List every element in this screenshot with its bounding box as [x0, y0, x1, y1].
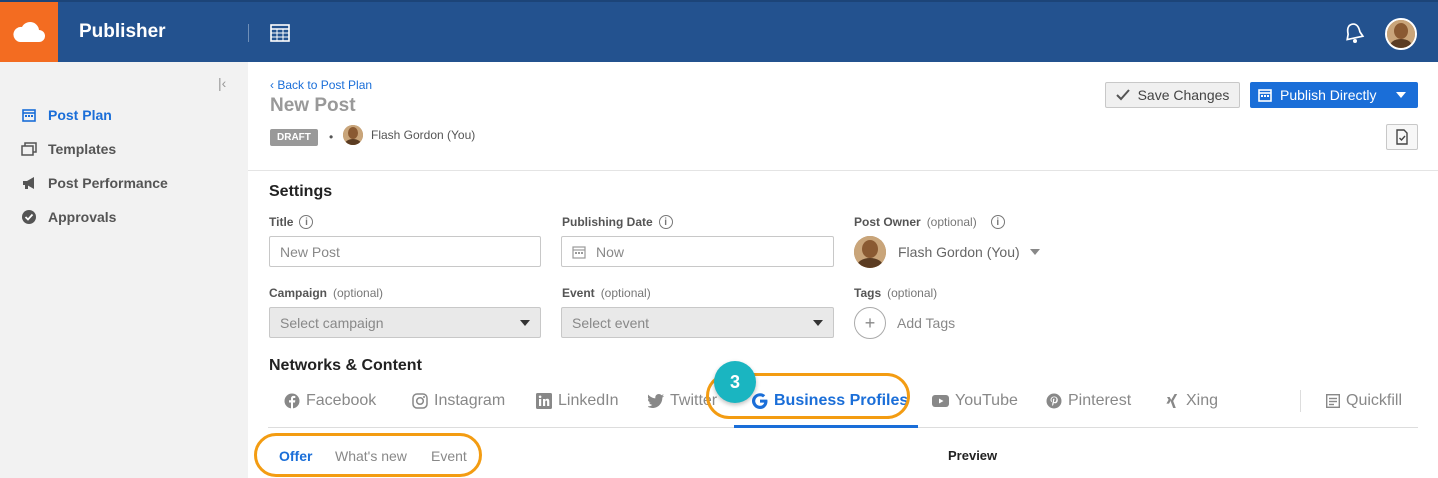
youtube-icon — [932, 395, 949, 407]
instagram-icon — [412, 393, 428, 409]
title-input[interactable]: New Post — [269, 236, 541, 267]
top-bar: Publisher — [0, 0, 1438, 62]
header-divider — [248, 170, 1438, 171]
tab-divider — [1300, 390, 1301, 412]
tab-pinterest[interactable]: Pinterest — [1046, 392, 1131, 410]
chevron-left-icon: ‹ — [270, 78, 274, 92]
cloud-logo[interactable] — [0, 2, 58, 62]
settings-heading: Settings — [269, 183, 333, 200]
publish-directly-button[interactable]: Publish Directly — [1250, 82, 1418, 108]
publishing-date-label: Publishing Date i — [562, 215, 673, 229]
info-icon[interactable]: i — [658, 215, 673, 229]
linkedin-icon — [536, 393, 552, 409]
title-label: Title i — [269, 215, 314, 229]
cloud-icon — [13, 22, 45, 42]
calendar-icon — [20, 108, 38, 122]
megaphone-icon — [20, 176, 38, 190]
event-select[interactable]: Select event — [561, 307, 834, 338]
sidebar-item-approvals[interactable]: Approvals — [20, 207, 116, 227]
avatar — [343, 125, 363, 145]
user-avatar[interactable] — [1385, 18, 1417, 50]
separator-dot: • — [329, 130, 334, 144]
tags-label: Tags (optional) — [854, 286, 938, 300]
chevron-down-icon[interactable] — [1396, 92, 1406, 98]
info-icon[interactable]: i — [299, 215, 314, 229]
document-check-button[interactable] — [1386, 124, 1418, 150]
subtab-whats-new[interactable]: What's new — [335, 448, 407, 464]
facebook-icon — [284, 393, 300, 409]
checkmark-icon — [1115, 89, 1130, 101]
sidebar-item-label: Post Plan — [48, 107, 112, 123]
main-content: ‹ Back to Post Plan New Post DRAFT • Fla… — [248, 62, 1438, 478]
collapse-sidebar-icon[interactable]: |‹ — [218, 75, 226, 91]
sidebar-item-label: Post Performance — [48, 175, 168, 191]
tab-xing[interactable]: Xing — [1164, 392, 1218, 410]
check-circle-icon — [20, 209, 38, 225]
templates-icon — [20, 142, 38, 156]
step-badge: 3 — [714, 361, 756, 403]
back-link[interactable]: ‹ Back to Post Plan — [270, 78, 372, 92]
active-tab-indicator — [734, 425, 918, 428]
info-icon[interactable]: i — [990, 215, 1005, 229]
twitter-icon — [648, 394, 664, 408]
save-changes-button[interactable]: Save Changes — [1105, 82, 1240, 108]
notification-bell-icon[interactable] — [1343, 21, 1365, 50]
post-owner-select[interactable]: Flash Gordon (You) — [854, 236, 1040, 268]
status-badge: DRAFT — [270, 129, 318, 146]
tab-linkedin[interactable]: LinkedIn — [536, 392, 619, 410]
subtab-offer[interactable]: Offer — [279, 448, 312, 464]
document-check-icon — [1396, 129, 1408, 145]
calendar-icon — [572, 245, 586, 259]
event-label: Event (optional) — [562, 286, 651, 300]
add-tags-button[interactable]: + Add Tags — [854, 307, 955, 339]
calendar-grid-icon[interactable] — [270, 24, 290, 47]
campaign-label: Campaign (optional) — [269, 286, 384, 300]
tab-instagram[interactable]: Instagram — [412, 392, 505, 410]
sidebar-item-label: Approvals — [48, 209, 117, 225]
sidebar-item-post-plan[interactable]: Post Plan — [20, 105, 112, 125]
subtab-event[interactable]: Event — [431, 448, 467, 464]
campaign-select[interactable]: Select campaign — [269, 307, 541, 338]
chevron-down-icon — [1029, 249, 1040, 255]
publishing-date-input[interactable]: Now — [561, 236, 834, 267]
networks-heading: Networks & Content — [269, 357, 422, 374]
chevron-down-icon — [520, 320, 530, 326]
xing-icon — [1166, 394, 1178, 408]
calendar-icon — [1258, 89, 1272, 102]
page-title: New Post — [270, 95, 356, 116]
post-owner-summary: Flash Gordon (You) — [343, 125, 475, 145]
pinterest-icon — [1046, 393, 1062, 409]
post-owner-label: Post Owner (optional) i — [854, 215, 1005, 229]
tab-quickfill[interactable]: Quickfill — [1326, 392, 1402, 410]
plus-icon: + — [854, 307, 886, 339]
sidebar: |‹ Post Plan Templates Post Performance … — [0, 62, 248, 478]
sidebar-item-post-performance[interactable]: Post Performance — [20, 173, 168, 193]
sidebar-item-templates[interactable]: Templates — [20, 139, 116, 159]
avatar — [854, 236, 886, 268]
topbar-divider — [248, 24, 249, 42]
tab-youtube[interactable]: YouTube — [932, 392, 1018, 410]
chevron-down-icon — [813, 320, 823, 326]
app-title: Publisher — [79, 21, 166, 42]
sidebar-item-label: Templates — [48, 141, 117, 157]
preview-heading: Preview — [948, 448, 998, 463]
quickfill-icon — [1326, 394, 1340, 408]
tab-facebook[interactable]: Facebook — [284, 392, 376, 410]
